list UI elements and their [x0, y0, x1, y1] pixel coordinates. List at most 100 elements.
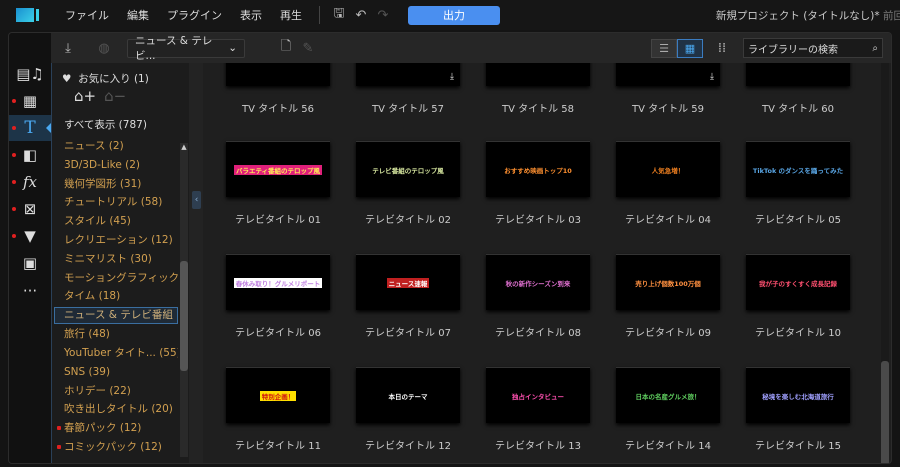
title-tile[interactable]: 春休み取り！グルメリポート テレビタイトル 06	[226, 254, 330, 339]
grid-scrollbar-thumb[interactable]	[881, 361, 889, 463]
title-tile[interactable]: ニュース速報 テレビタイトル 07	[356, 254, 460, 339]
title-thumbnail[interactable]: 独占インタビュー	[486, 367, 590, 423]
category-item[interactable]: 3D/3D-Like (2)	[52, 156, 178, 175]
title-thumbnail[interactable]: 春休み取り！グルメリポート	[226, 254, 330, 310]
category-item[interactable]: ニュース (2)	[52, 137, 178, 156]
title-tile[interactable]: 秋の新作シーズン到来 テレビタイトル 08	[486, 254, 590, 339]
title-thumbnail[interactable]: 本日のテーマ	[356, 367, 460, 423]
category-item[interactable]: モーショングラフィック (44)	[52, 269, 178, 288]
title-tile[interactable]: バラエティ番組のテロップ風 テレビタイトル 01	[226, 141, 330, 226]
favorites-item[interactable]: ♥ お気に入り (1)	[62, 71, 149, 86]
title-thumbnail[interactable]	[486, 63, 590, 86]
effects-room-icon[interactable]: fx	[9, 169, 51, 195]
redo-icon[interactable]: ↷	[372, 8, 394, 23]
title-tile[interactable]: 本日のテーマ テレビタイトル 12	[356, 367, 460, 452]
add-tag-icon[interactable]: ⌂+	[74, 87, 96, 105]
undo-icon[interactable]: ↶	[350, 8, 372, 23]
category-item[interactable]: ホリデー (22)	[52, 382, 178, 401]
category-scrollbar[interactable]: ▲	[180, 143, 188, 457]
title-thumbnail[interactable]: 売り上げ個数100万個	[616, 254, 720, 310]
grid-scrollbar[interactable]	[881, 63, 889, 463]
title-tile[interactable]: 我が子のすくすく成長記録 テレビタイトル 10	[746, 254, 850, 339]
title-thumbnail[interactable]: TikTok のダンスを踊ってみた	[746, 141, 850, 197]
title-tile[interactable]: 秘境を楽しむ北海道旅行 テレビタイトル 15	[746, 367, 850, 452]
category-item[interactable]: 春節パック (12)	[52, 419, 178, 438]
export-button[interactable]: 出力	[408, 5, 500, 25]
search-input[interactable]: ライブラリーの検索 ⌕	[743, 38, 883, 58]
category-item[interactable]: 旅行 (48)	[52, 325, 178, 344]
download-web-icon: ◍	[98, 40, 110, 56]
import-icon[interactable]: ⤓	[57, 41, 79, 56]
download-icon[interactable]: ⤓	[710, 72, 714, 82]
title-thumbnail[interactable]: 人気急増！	[616, 141, 720, 197]
title-tile[interactable]: 売り上げ個数100万個 テレビタイトル 09	[616, 254, 720, 339]
category-item[interactable]: YouTuber タイト... (55)	[52, 344, 178, 363]
category-item[interactable]: ミニマリスト (30)	[52, 250, 178, 269]
scrollbar-thumb[interactable]	[180, 261, 188, 371]
title-thumbnail[interactable]	[226, 63, 330, 86]
category-item[interactable]: 幾何学図形 (31)	[52, 175, 178, 194]
template-room-icon[interactable]: ▦	[9, 88, 51, 114]
title-tile[interactable]: 特別企画！ テレビタイトル 11	[226, 367, 330, 452]
save-icon[interactable]: 🖫	[328, 4, 350, 26]
subtitle-room-icon[interactable]: ▣	[9, 250, 51, 276]
title-thumbnail[interactable]: 秘境を楽しむ北海道旅行	[746, 367, 850, 423]
category-dropdown[interactable]: ニュース & テレビ... ⌄	[127, 35, 245, 62]
title-thumbnail[interactable]: バラエティ番組のテロップ風	[226, 141, 330, 197]
category-item[interactable]: 吹き出しタイトル (20)	[52, 400, 178, 419]
grid-view-button[interactable]: ▦	[677, 38, 703, 58]
title-tile[interactable]: ⤓ TV タイトル 59	[616, 63, 720, 115]
show-all-item[interactable]: すべて表示 (787)	[64, 117, 147, 132]
title-thumbnail[interactable]	[746, 63, 850, 86]
title-thumbnail[interactable]: 我が子のすくすく成長記録	[746, 254, 850, 310]
sort-icon[interactable]: ⁞⁞	[711, 41, 733, 56]
title-thumbnail[interactable]: ⤓	[616, 63, 720, 86]
title-thumbnail[interactable]: おすすめ映画トップ10	[486, 141, 590, 197]
menu-item[interactable]: 編集	[118, 7, 158, 23]
download-icon[interactable]: ⤓	[450, 72, 454, 82]
title-thumbnail[interactable]: 秋の新作シーズン到来	[486, 254, 590, 310]
category-item[interactable]: チュートリアル (58)	[52, 193, 178, 212]
menu-item[interactable]: プラグイン	[158, 7, 231, 23]
title-tile[interactable]: 独占インタビュー テレビタイトル 13	[486, 367, 590, 452]
title-tile[interactable]: 日本の名産グルメ旅！ テレビタイトル 14	[616, 367, 720, 452]
particle-room-icon[interactable]: ▼	[9, 223, 51, 249]
more-icon[interactable]: ···	[9, 278, 51, 304]
category-item[interactable]: スタイル (45)	[52, 212, 178, 231]
title-tile[interactable]: ⤓ TV タイトル 57	[356, 63, 460, 115]
title-tile[interactable]: テレビ番組のテロップ風 テレビタイトル 02	[356, 141, 460, 226]
title-thumbnail[interactable]: ニュース速報	[356, 254, 460, 310]
app-logo	[16, 8, 42, 22]
title-tile[interactable]: TikTok のダンスを踊ってみた テレビタイトル 05	[746, 141, 850, 226]
title-thumbnail[interactable]: ⤓	[356, 63, 460, 86]
title-thumbnail[interactable]: 日本の名産グルメ旅！	[616, 367, 720, 423]
transition-room-icon[interactable]: ◧	[9, 142, 51, 168]
title-tile[interactable]: TV タイトル 56	[226, 63, 330, 115]
media-room-icon[interactable]: ▤♫	[9, 61, 51, 87]
title-tile[interactable]: TV タイトル 58	[486, 63, 590, 115]
category-item[interactable]: レクリエーション (12)	[52, 231, 178, 250]
menu-item[interactable]: 再生	[271, 7, 311, 23]
category-item[interactable]: タイム (18)	[52, 287, 178, 306]
title-tile[interactable]: おすすめ映画トップ10 テレビタイトル 03	[486, 141, 590, 226]
title-thumbnail[interactable]: 特別企画！	[226, 367, 330, 423]
list-view-button[interactable]: ☰	[651, 38, 677, 58]
category-item[interactable]: SNS (39)	[52, 363, 178, 382]
library-toolbar: ⤓ ◍ ニュース & テレビ... ⌄ 🗋 ✎ ☰ ▦ ⁞⁞ ライブラリーの検索 ⌕	[51, 33, 891, 63]
search-icon[interactable]: ⌕	[872, 43, 878, 54]
title-room-icon[interactable]: T	[9, 115, 51, 141]
menu-item[interactable]: 表示	[231, 7, 271, 23]
category-item[interactable]: コミックパック (12)	[52, 438, 178, 457]
new-title-icon[interactable]: 🗋	[275, 37, 297, 59]
scroll-up-icon[interactable]: ▲	[180, 143, 188, 151]
title-label: TV タイトル 57	[371, 104, 445, 115]
title-tile[interactable]: TV タイトル 60	[746, 63, 850, 115]
category-item[interactable]: ニュース & テレビ番組 (75)	[54, 307, 178, 325]
title-thumbnail[interactable]: テレビ番組のテロップ風	[356, 141, 460, 197]
thumbnail-preview-text: 秋の新作シーズン到来	[505, 279, 571, 288]
panel-splitter[interactable]: ‹	[189, 63, 203, 463]
menu-item[interactable]: ファイル	[56, 7, 118, 23]
title-tile[interactable]: 人気急増！ テレビタイトル 04	[616, 141, 720, 226]
overlay-room-icon[interactable]: ⊠	[9, 196, 51, 222]
collapse-left-icon[interactable]: ‹	[192, 191, 201, 209]
